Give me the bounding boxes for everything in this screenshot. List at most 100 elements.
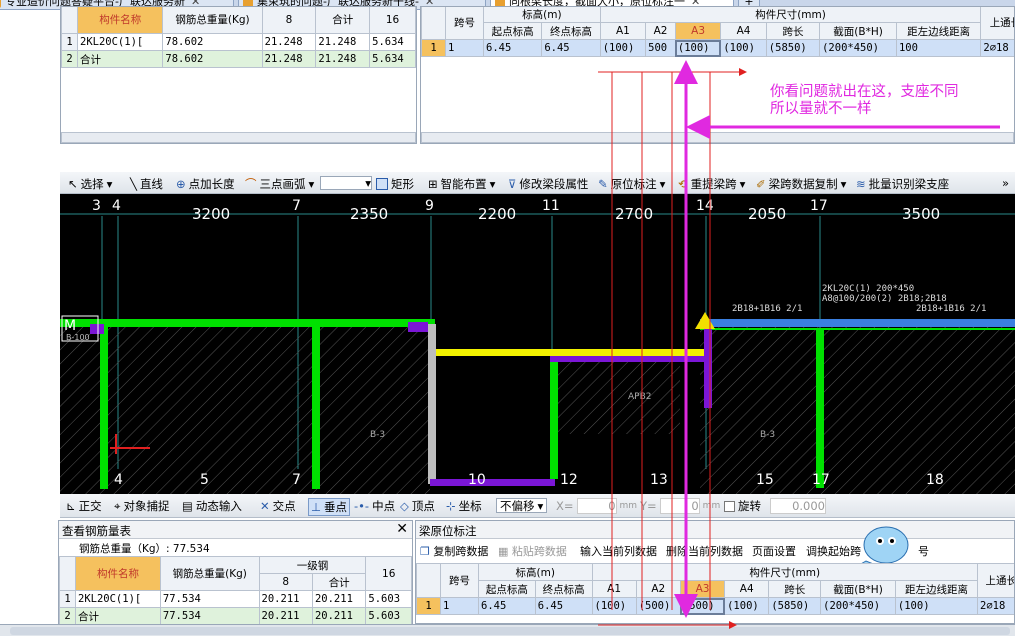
table-row[interactable]: 1 1 6.45 6.45 (100) (500) (500) (100) (5… xyxy=(416,597,1014,615)
col-header-span[interactable]: 跨号 xyxy=(445,7,484,40)
beam-blue xyxy=(700,319,1015,327)
axis-label: 13 xyxy=(650,472,668,488)
line-tool[interactable]: ╲ 直线 xyxy=(130,176,163,192)
dimension-text: 2700 xyxy=(615,205,654,223)
page-setup-button[interactable]: 页面设置 xyxy=(752,543,796,559)
rebar-text: 2B18+1B16 2/1 xyxy=(732,304,803,314)
col-header-top-rebar[interactable]: 上通长筋 xyxy=(980,7,1014,40)
drawing-svg xyxy=(60,213,1015,494)
midpoint-snap[interactable]: -•- 中点 xyxy=(354,498,395,514)
toolbar-overflow[interactable]: » xyxy=(1002,176,1009,190)
table-row[interactable]: 2 合计 77.534 20.211 20.211 5.603 xyxy=(59,607,412,625)
batch-identify-tool[interactable]: ≋ 批量识别梁支座 xyxy=(856,176,949,192)
axis-label: 12 xyxy=(560,472,578,488)
member-label[interactable]: M xyxy=(64,318,76,334)
retake-span-tool[interactable]: ⟲ 重提梁跨 ▾ xyxy=(678,176,745,192)
col-header-size[interactable]: 构件尺寸(mm) xyxy=(599,7,982,23)
axis-label: 10 xyxy=(468,472,486,488)
delete-column-button[interactable]: 删除当前列数据 xyxy=(666,543,743,559)
beam-spec-text: 2KL20C(1) 200*450 xyxy=(822,284,915,294)
page-icon xyxy=(0,0,1,8)
perpendicular-snap[interactable]: ⊥ 垂点 xyxy=(308,498,351,516)
paste-span-button[interactable]: ▦ 粘贴跨数据 xyxy=(498,543,567,559)
horizontal-scrollbar[interactable] xyxy=(61,132,416,143)
col-header-name[interactable]: 构件名称 xyxy=(76,7,164,34)
annotation-icon: ✎ xyxy=(598,177,608,191)
close-icon[interactable]: ✕ xyxy=(396,521,408,537)
span-number-button[interactable]: 号 xyxy=(918,543,929,559)
copy-span-button[interactable]: ❐ 复制跨数据 xyxy=(420,543,488,559)
chevron-down-icon: ▾ xyxy=(308,177,315,191)
table-row[interactable]: 1 1 6.45 6.45 (100) 500 (100) (100) (585… xyxy=(421,39,1014,57)
axis-label: 15 xyxy=(756,472,774,488)
scrollbar-thumb[interactable] xyxy=(10,627,1010,635)
input-column-button[interactable]: 输入当前列数据 xyxy=(580,543,657,559)
axis-label: 7 xyxy=(292,472,301,488)
vertex-icon: ◇ xyxy=(400,499,409,513)
slab-hatch xyxy=(700,324,1015,494)
copy-icon: ❐ xyxy=(420,545,430,558)
beam-green xyxy=(700,328,1015,330)
rebar-quantity-panel: 查看钢筋量表 ✕ 钢筋总重量（Kg）: 77.534 构件名称 钢筋总重量(Kg… xyxy=(58,520,413,625)
horizontal-scrollbar[interactable] xyxy=(0,624,1015,636)
rotate-checkbox[interactable]: 旋转 xyxy=(724,498,761,514)
point-length-tool[interactable]: ⊕ 点加长度 xyxy=(176,176,235,192)
cross-icon: ✕ xyxy=(260,499,270,513)
dimension-text: 2200 xyxy=(478,205,517,223)
point-length-icon: ⊕ xyxy=(176,177,186,191)
horizontal-scrollbar[interactable] xyxy=(421,132,1014,143)
column-green xyxy=(816,328,824,488)
cad-canvas[interactable]: 3 4 7 9 11 14 17 3200 2350 2200 2700 205… xyxy=(60,194,1015,494)
column-green xyxy=(100,324,108,489)
select-tool[interactable]: ↖ 选择 ▾ xyxy=(68,176,112,192)
modify-icon: ⊽ xyxy=(508,177,517,191)
column-green xyxy=(550,359,558,479)
vertex-snap[interactable]: ◇ 顶点 xyxy=(400,498,435,514)
x-coordinate-field[interactable]: X= 0 mm xyxy=(556,498,637,514)
col-header-16[interactable]: 16 xyxy=(369,7,416,34)
annotation-text: 你看问题就出在这，支座不同 所以量就不一样 xyxy=(770,84,959,117)
panel-title: 查看钢筋量表 xyxy=(59,521,412,539)
table-row[interactable]: 2 合计 78.602 21.248 21.248 5.634 xyxy=(61,50,416,68)
col-header-weight[interactable]: 钢筋总重量(Kg) xyxy=(162,7,263,34)
slab-label: B-3 xyxy=(760,430,776,440)
slab-hatch xyxy=(60,324,430,494)
chevron-down-icon: ▾ xyxy=(659,177,666,191)
object-snap-toggle[interactable]: ⌖ 对象捕捉 xyxy=(114,498,169,514)
shape-dropdown[interactable]: ▾ xyxy=(320,176,372,190)
beam-green xyxy=(60,319,435,327)
rebar-quantity-table: 构件名称 钢筋总重量(Kg) 一级钢 16 8 合计 1 2KL20C(1)[ … xyxy=(59,556,412,625)
intersection-snap[interactable]: ✕ 交点 xyxy=(260,498,296,514)
inplace-annotation-tool[interactable]: ✎ 原位标注 ▾ xyxy=(598,176,665,192)
coordinate-snap[interactable]: ⊹ 坐标 xyxy=(446,498,482,514)
arc-tool[interactable]: ⌒ 三点画弧 ▾ xyxy=(245,176,314,192)
rectangle-icon xyxy=(376,178,388,190)
col-header-8[interactable]: 8 xyxy=(261,7,317,34)
column-purple xyxy=(704,328,712,408)
ortho-toggle[interactable]: ⊾ 正交 xyxy=(66,498,102,514)
line-icon: ╲ xyxy=(130,177,137,191)
smart-layout-tool[interactable]: ⊞ 智能布置 ▾ xyxy=(428,176,495,192)
y-coordinate-field[interactable]: Y= 0 mm xyxy=(640,498,720,514)
chevron-down-icon: ▾ xyxy=(365,176,371,190)
col-header-total[interactable]: 合计 xyxy=(315,7,371,34)
col-header-elevation[interactable]: 标高(m) xyxy=(483,7,601,23)
modify-beam-tool[interactable]: ⊽ 修改梁段属性 xyxy=(508,176,588,192)
rect-tool[interactable]: 矩形 xyxy=(376,176,414,192)
rotate-angle-field[interactable]: 0.000 xyxy=(770,498,826,514)
table-row[interactable]: 1 2KL20C(1)[ 77.534 20.211 20.211 5.603 xyxy=(59,590,412,608)
checkbox-icon xyxy=(724,500,735,512)
dynamic-input-toggle[interactable]: ▤ 动态输入 xyxy=(182,498,242,514)
column-green xyxy=(312,324,320,489)
inplace-table: 跨号 标高(m) 构件尺寸(mm) 上通长筋 起点标高 终点标高 A1 A2 A… xyxy=(416,563,1014,615)
copy-span-tool[interactable]: ✐ 梁跨数据复制 ▾ xyxy=(756,176,846,192)
axis-label: 4 xyxy=(114,472,123,488)
perpendicular-icon: ⊥ xyxy=(311,500,322,514)
slab-hatch xyxy=(550,359,680,434)
offset-dropdown[interactable]: 不偏移 ▾ xyxy=(496,498,548,513)
beam-purple xyxy=(430,479,555,486)
axis-label: 18 xyxy=(926,472,944,488)
page-margin xyxy=(0,194,60,494)
table-row[interactable]: 1 2KL20C(1)[ 78.602 21.248 21.248 5.634 xyxy=(61,33,416,51)
midpoint-icon: -•- xyxy=(354,499,370,513)
